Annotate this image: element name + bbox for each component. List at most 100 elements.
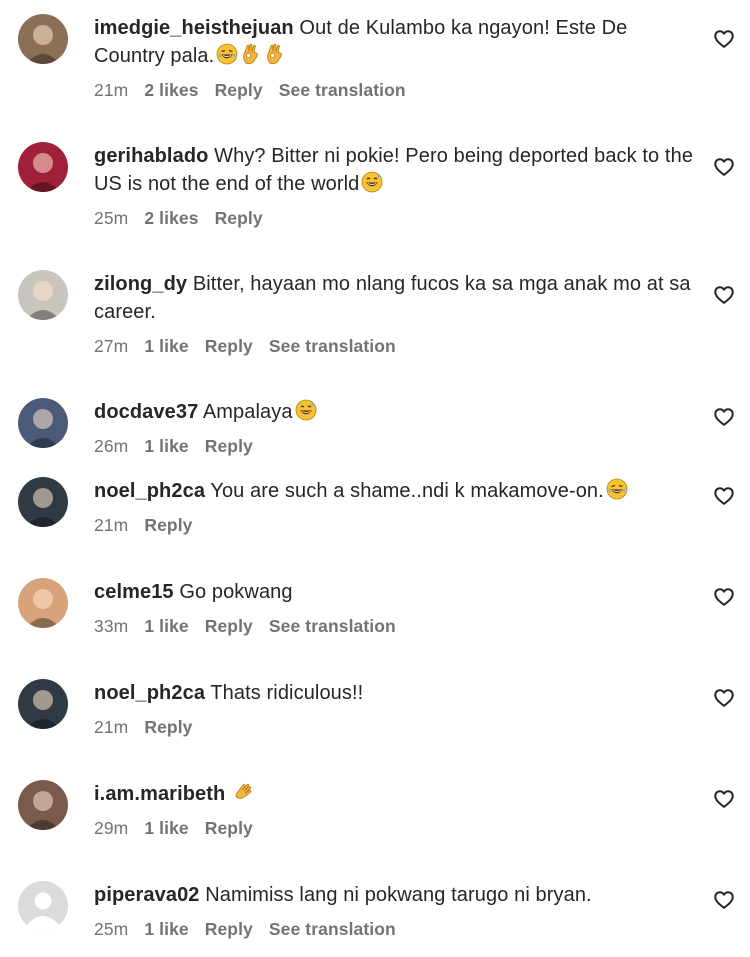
comment-body: i.am.maribeth 29m 1 like Reply (94, 780, 699, 839)
comment-username[interactable]: zilong_dy (94, 273, 187, 295)
comment-text-line: i.am.maribeth (94, 780, 699, 808)
comment-meta: 21m Reply (94, 514, 699, 536)
comment-timestamp: 21m (94, 515, 129, 535)
avatar[interactable] (18, 881, 68, 931)
comment-username[interactable]: gerihablado (94, 145, 208, 167)
comment-text-line: noel_ph2ca Thats ridiculous!! (94, 679, 699, 707)
reply-button[interactable]: Reply (205, 919, 253, 939)
like-heart-icon[interactable] (713, 156, 735, 178)
comment-body: gerihablado Why? Bitter ni pokie! Pero b… (94, 142, 699, 229)
profile-photo (18, 679, 68, 729)
reply-button[interactable]: Reply (215, 80, 263, 100)
avatar[interactable] (18, 142, 68, 192)
comment-timestamp: 25m (94, 919, 129, 939)
comment-text: Go pokwang (179, 581, 293, 603)
comment-username[interactable]: docdave37 (94, 401, 198, 423)
comment-meta: 29m 1 like Reply (94, 817, 699, 839)
comments-list: imedgie_heisthejuan Out de Kulambo ka ng… (0, 0, 750, 957)
clapping-hands-emoji (235, 783, 252, 799)
likes-count[interactable]: 1 like (144, 616, 188, 636)
like-heart-icon[interactable] (713, 284, 735, 306)
avatar[interactable] (18, 14, 68, 64)
like-heart-icon[interactable] (713, 687, 735, 709)
comment-meta: 33m 1 like Reply See translation (94, 615, 699, 637)
avatar[interactable] (18, 477, 68, 527)
profile-photo (18, 142, 68, 192)
reply-button[interactable]: Reply (205, 616, 253, 636)
likes-count[interactable]: 1 like (144, 336, 188, 356)
comment-timestamp: 29m (94, 818, 129, 838)
likes-count[interactable]: 2 likes (144, 80, 198, 100)
ok-hand-emoji (243, 43, 259, 65)
comment-username[interactable]: imedgie_heisthejuan (94, 17, 294, 39)
comment-meta: 25m 1 like Reply See translation (94, 918, 699, 940)
reply-button[interactable]: Reply (144, 717, 192, 737)
profile-photo (18, 14, 68, 64)
like-heart-icon[interactable] (713, 485, 735, 507)
comment-text: You are such a shame..ndi k makamove-on. (210, 480, 604, 502)
comment-meta: 26m 1 like Reply (94, 435, 699, 457)
comment-body: zilong_dy Bitter, hayaan mo nlang fucos … (94, 270, 699, 357)
laughing-face-emoji (216, 43, 238, 65)
likes-count[interactable]: 2 likes (144, 208, 198, 228)
reply-button[interactable]: Reply (205, 436, 253, 456)
like-heart-icon[interactable] (713, 28, 735, 50)
comment-timestamp: 21m (94, 80, 129, 100)
profile-photo (18, 578, 68, 628)
like-heart-icon[interactable] (713, 406, 735, 428)
like-heart-icon[interactable] (713, 586, 735, 608)
grinning-sweat-face-emoji (295, 399, 317, 421)
likes-count[interactable]: 1 like (144, 818, 188, 838)
see-translation-link[interactable]: See translation (269, 336, 396, 356)
comment-text-line: gerihablado Why? Bitter ni pokie! Pero b… (94, 142, 699, 198)
comment-username[interactable]: celme15 (94, 581, 174, 603)
comment-timestamp: 25m (94, 208, 129, 228)
comment-username[interactable]: piperava02 (94, 884, 200, 906)
like-heart-icon[interactable] (713, 788, 735, 810)
comment-username[interactable]: i.am.maribeth (94, 783, 225, 805)
comment-text-line: celme15 Go pokwang (94, 578, 699, 606)
avatar[interactable] (18, 398, 68, 448)
profile-photo (18, 398, 68, 448)
comment-text-line: noel_ph2ca You are such a shame..ndi k m… (94, 477, 699, 505)
comment-text: Namimiss lang ni pokwang tarugo ni bryan… (205, 884, 592, 906)
comment-body: noel_ph2ca You are such a shame..ndi k m… (94, 477, 699, 536)
profile-photo (18, 270, 68, 320)
comment-meta: 25m 2 likes Reply (94, 207, 699, 229)
default-avatar-icon (18, 881, 68, 931)
reply-button[interactable]: Reply (205, 818, 253, 838)
comment-meta: 21m 2 likes Reply See translation (94, 79, 699, 101)
comment-meta: 21m Reply (94, 716, 699, 738)
reply-button[interactable]: Reply (205, 336, 253, 356)
comment-username[interactable]: noel_ph2ca (94, 682, 205, 704)
comment-timestamp: 33m (94, 616, 129, 636)
avatar[interactable] (18, 578, 68, 628)
comment-body: celme15 Go pokwang 33m 1 like Reply See tra… (94, 578, 699, 637)
comment-timestamp: 27m (94, 336, 129, 356)
comment-meta: 27m 1 like Reply See translation (94, 335, 699, 357)
like-heart-icon[interactable] (713, 889, 735, 911)
avatar[interactable] (18, 270, 68, 320)
comment-username[interactable]: noel_ph2ca (94, 480, 205, 502)
laughing-face-emoji (606, 478, 628, 500)
see-translation-link[interactable]: See translation (269, 616, 396, 636)
avatar[interactable] (18, 679, 68, 729)
reply-button[interactable]: Reply (215, 208, 263, 228)
comment-text-line: zilong_dy Bitter, hayaan mo nlang fucos … (94, 270, 699, 326)
comment-text: Thats ridiculous!! (210, 682, 364, 704)
grinning-sweat-face-emoji (361, 171, 383, 193)
profile-photo (18, 477, 68, 527)
likes-count[interactable]: 1 like (144, 436, 188, 456)
reply-button[interactable]: Reply (144, 515, 192, 535)
comment-body: docdave37 Ampalaya 26m 1 like Reply (94, 398, 699, 457)
comment-body: noel_ph2ca Thats ridiculous!! 21m Reply (94, 679, 699, 738)
comment-timestamp: 21m (94, 717, 129, 737)
likes-count[interactable]: 1 like (144, 919, 188, 939)
comment-timestamp: 26m (94, 436, 129, 456)
see-translation-link[interactable]: See translation (269, 919, 396, 939)
avatar[interactable] (18, 780, 68, 830)
comment-body: imedgie_heisthejuan Out de Kulambo ka ng… (94, 14, 699, 101)
ok-hand-emoji (267, 43, 283, 65)
see-translation-link[interactable]: See translation (279, 80, 406, 100)
comment-text: Ampalaya (202, 401, 293, 423)
